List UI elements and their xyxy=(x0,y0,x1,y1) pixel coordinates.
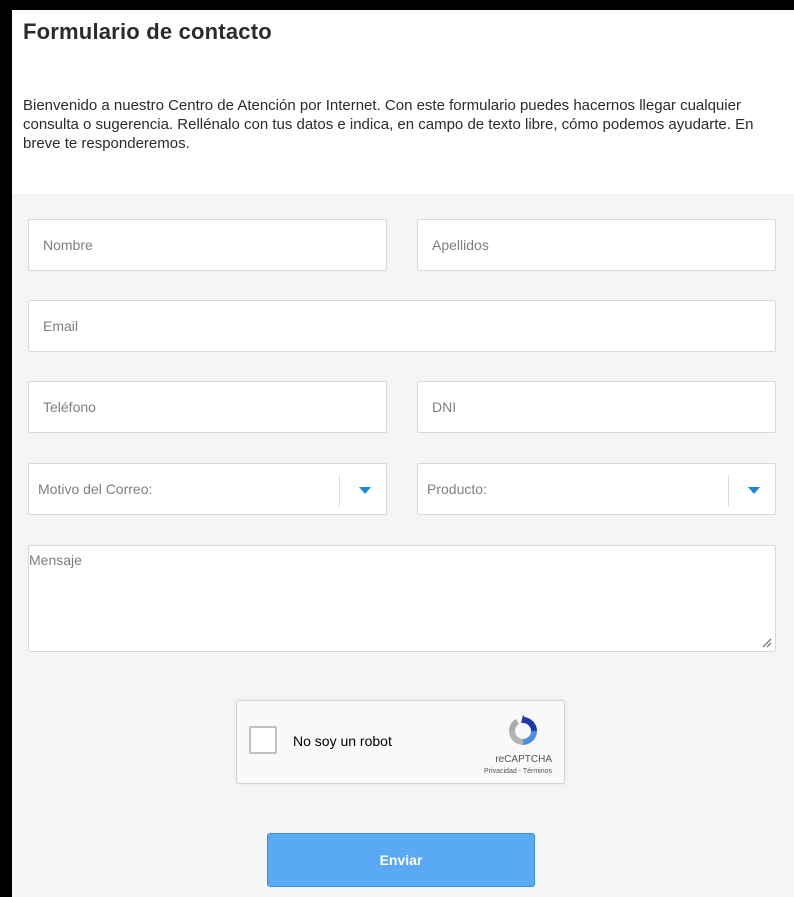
recaptcha-brand: reCAPTCHA xyxy=(495,754,552,765)
select-divider xyxy=(728,475,729,507)
email-input[interactable] xyxy=(29,301,775,351)
last-name-input[interactable] xyxy=(418,220,775,270)
product-select[interactable]: Producto: xyxy=(417,463,776,515)
page-title: Formulario de contacto xyxy=(23,19,272,44)
first-name-input[interactable] xyxy=(29,220,386,270)
message-textarea[interactable] xyxy=(29,546,775,651)
phone-field[interactable] xyxy=(28,381,387,433)
send-button[interactable]: Enviar xyxy=(267,833,535,887)
dni-input[interactable] xyxy=(418,382,775,432)
contact-form-page: Formulario de contacto Bienvenido a nues… xyxy=(12,10,794,897)
resize-handle-icon[interactable] xyxy=(762,638,772,648)
email-field[interactable] xyxy=(28,300,776,352)
select-divider xyxy=(339,475,340,507)
caret-down-icon[interactable] xyxy=(748,487,760,494)
recaptcha-label: No soy un robot xyxy=(293,733,392,749)
product-select-label: Producto: xyxy=(427,481,487,497)
message-field[interactable] xyxy=(28,545,776,652)
recaptcha-widget: No soy un robot reCAPTCHA Privacidad - T… xyxy=(236,700,565,784)
recaptcha-checkbox[interactable] xyxy=(249,726,277,754)
recaptcha-privacy-links[interactable]: Privacidad - Términos xyxy=(484,768,552,775)
reason-select-label: Motivo del Correo: xyxy=(38,481,153,497)
first-name-field[interactable] xyxy=(28,219,387,271)
recaptcha-logo-icon xyxy=(509,715,537,745)
form-header: Formulario de contacto Bienvenido a nues… xyxy=(12,10,794,194)
form-area: Motivo del Correo: Producto: xyxy=(12,194,794,897)
intro-text: Bienvenido a nuestro Centro de Atención … xyxy=(23,97,754,152)
caret-down-icon[interactable] xyxy=(359,487,371,494)
phone-input[interactable] xyxy=(29,382,386,432)
reason-select[interactable]: Motivo del Correo: xyxy=(28,463,387,515)
dni-field[interactable] xyxy=(417,381,776,433)
last-name-field[interactable] xyxy=(417,219,776,271)
